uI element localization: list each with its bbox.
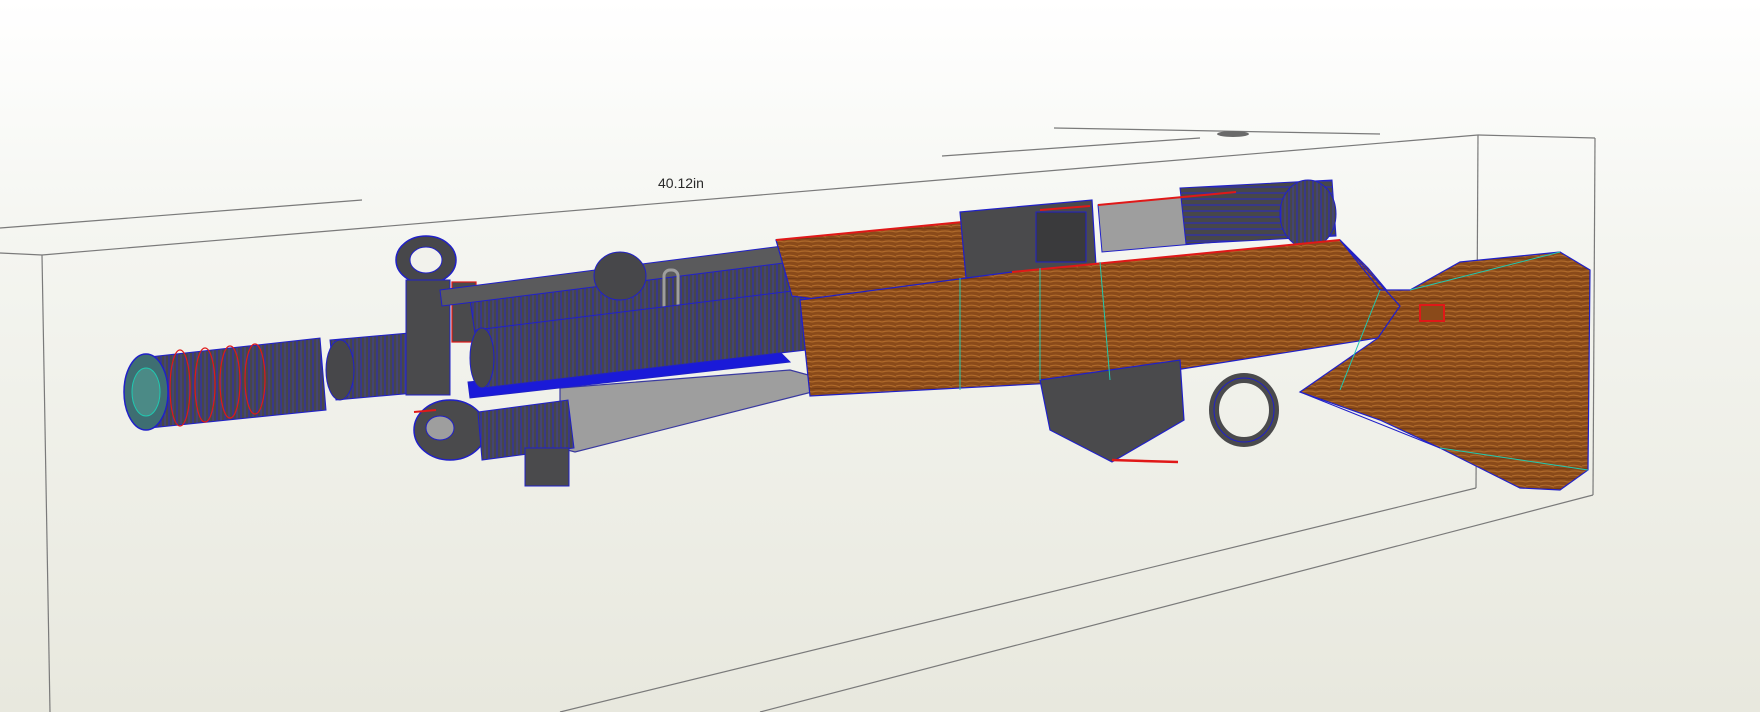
scene-canvas[interactable]: 40.12in — [0, 0, 1760, 712]
dimension-readout: 40.12in — [658, 175, 704, 191]
rifle-model[interactable] — [123, 179, 1591, 491]
bayonet-hinge — [413, 399, 575, 487]
muzzle-brake — [123, 337, 327, 431]
front-sight — [395, 235, 477, 396]
3d-viewport[interactable]: 40.12in — [0, 0, 1760, 712]
bounding-box — [0, 127, 1596, 712]
trigger-guard — [1209, 373, 1279, 447]
